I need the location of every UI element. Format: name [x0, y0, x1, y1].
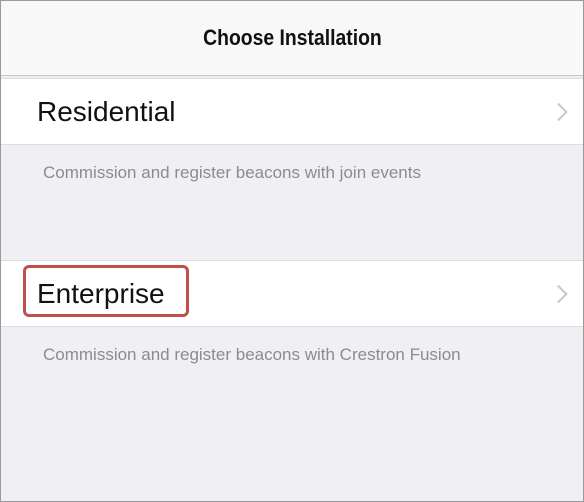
option-residential-label: Residential	[37, 95, 176, 127]
option-residential[interactable]: Residential	[1, 78, 583, 145]
highlight-box	[23, 265, 189, 317]
option-enterprise-description: Commission and register beacons with Cre…	[43, 345, 461, 364]
option-residential-description: Commission and register beacons with joi…	[43, 163, 421, 182]
installation-screen: Choose Installation Residential Commissi…	[0, 0, 584, 502]
page-title: Choose Installation	[202, 25, 382, 50]
navigation-bar: Choose Installation	[1, 1, 583, 76]
chevron-right-icon	[549, 102, 568, 121]
chevron-right-icon	[549, 284, 568, 303]
